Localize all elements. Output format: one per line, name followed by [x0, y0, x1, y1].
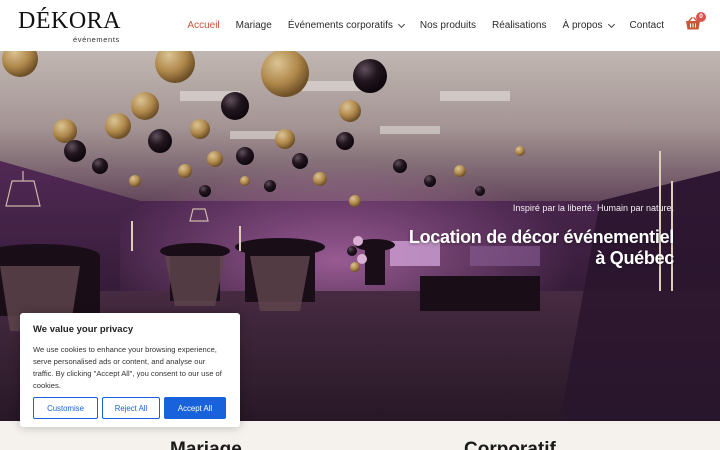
section-title-corporatif: Corporatif: [464, 439, 556, 450]
reject-all-button[interactable]: Reject All: [102, 397, 160, 419]
site-header: DÉKORA événements Accueil Mariage Événem…: [0, 0, 720, 51]
chevron-down-icon: [607, 20, 615, 28]
logo[interactable]: DÉKORA événements: [18, 8, 128, 44]
hero-tagline: Inspiré par la liberté. Humain par natur…: [512, 203, 674, 213]
cookie-title: We value your privacy: [33, 324, 134, 335]
nav-item-nos-produits[interactable]: Nos produits: [420, 20, 476, 31]
chevron-down-icon: [397, 20, 405, 28]
hero-title-line1: Location de décor événementiel: [408, 227, 674, 247]
logo-wordmark: DÉKORA: [18, 8, 121, 34]
nav-item-realisations[interactable]: Réalisations: [492, 20, 546, 31]
nav-item-evenements-corporatifs[interactable]: Événements corporatifs: [288, 20, 405, 31]
hero-title: Location de décor événementiel à Québec: [354, 227, 674, 269]
customise-button[interactable]: Customise: [33, 397, 98, 419]
section-title-mariage: Mariage: [170, 439, 242, 450]
nav-item-contact[interactable]: Contact: [630, 20, 664, 31]
hero-title-line2: à Québec: [595, 248, 674, 268]
logo-subtitle: événements: [73, 35, 120, 44]
cart-count-badge: 0: [696, 12, 706, 22]
cookie-buttons: Customise Reject All Accept All: [33, 397, 226, 419]
main-nav: Accueil Mariage Événements corporatifs N…: [171, 0, 664, 51]
nav-item-mariage[interactable]: Mariage: [236, 20, 272, 31]
nav-item-accueil[interactable]: Accueil: [187, 20, 219, 31]
accept-all-button[interactable]: Accept All: [164, 397, 226, 419]
cookie-consent-banner: We value your privacy We use cookies to …: [20, 313, 240, 427]
nav-item-a-propos[interactable]: À propos: [563, 20, 615, 31]
cookie-body: We use cookies to enhance your browsing …: [33, 345, 222, 390]
